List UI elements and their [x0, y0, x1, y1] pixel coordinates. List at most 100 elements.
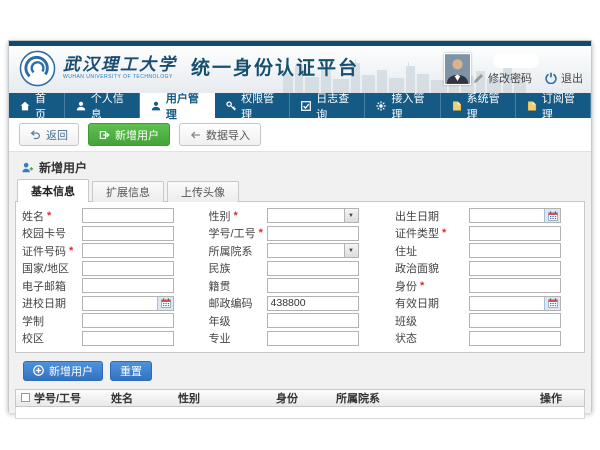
- add-user-toolbar-button[interactable]: 新增用户: [88, 123, 170, 146]
- identity-input[interactable]: [469, 278, 561, 293]
- nav-item-home[interactable]: 首页: [9, 93, 65, 118]
- nav-label: 首页: [35, 90, 53, 122]
- user-avatar: [444, 53, 471, 85]
- birth-date-input[interactable]: [469, 208, 561, 223]
- section-title-label: 新增用户: [39, 159, 87, 176]
- nav-item-log-query[interactable]: 日志查询: [290, 93, 365, 118]
- field-label: 进校日期: [22, 295, 82, 311]
- change-password-label: 修改密码: [488, 70, 532, 86]
- political-status-input[interactable]: [469, 261, 561, 276]
- field-label: 民族: [209, 260, 267, 276]
- select-all-checkbox[interactable]: [21, 393, 30, 402]
- brand-block: 武汉理工大学 WUHAN UNIVERSITY OF TECHNOLOGY 统一…: [19, 50, 359, 87]
- change-password-link[interactable]: 修改密码: [473, 70, 532, 86]
- form-panel: 姓名* 性别* ▼ 出生日期 校园卡号 学号/工号* 证件类型*: [15, 201, 585, 353]
- column-student-employee-no: 学号/工号: [34, 390, 111, 406]
- name-input[interactable]: [82, 208, 174, 223]
- field-department: 所属院系 ▼: [209, 243, 374, 258]
- section-title: 新增用户: [15, 152, 585, 174]
- ethnicity-input[interactable]: [267, 261, 359, 276]
- add-user-submit-button[interactable]: 新增用户: [23, 361, 103, 381]
- native-place-input[interactable]: [267, 278, 359, 293]
- field-label: 出生日期: [395, 208, 469, 224]
- field-gender: 性别* ▼: [209, 208, 374, 223]
- field-campus: 校区: [22, 331, 187, 346]
- field-valid-date: 有效日期: [395, 296, 576, 311]
- data-import-label: 数据导入: [206, 127, 250, 143]
- field-label: 性别*: [209, 208, 267, 224]
- field-label: 学号/工号*: [209, 225, 267, 241]
- valid-date-input[interactable]: [469, 296, 561, 311]
- field-native-place: 籍贯: [209, 278, 374, 293]
- field-label: 证件号码*: [22, 243, 82, 259]
- field-schooling-length: 学制: [22, 313, 187, 328]
- campus-input[interactable]: [82, 331, 174, 346]
- field-entry-date: 进校日期: [22, 296, 187, 311]
- grade-input[interactable]: [267, 313, 359, 328]
- email-input[interactable]: [82, 278, 174, 293]
- back-button[interactable]: 返回: [19, 123, 79, 146]
- field-label: 有效日期: [395, 295, 469, 311]
- tab-label: 基本信息: [31, 183, 75, 199]
- field-label: 国家/地区: [22, 260, 82, 276]
- field-label: 电子邮箱: [22, 278, 82, 294]
- postal-code-input[interactable]: [267, 296, 359, 311]
- calendar-icon[interactable]: [544, 209, 560, 222]
- results-table-body-empty: [15, 407, 585, 419]
- entry-date-input[interactable]: [82, 296, 174, 311]
- class-input[interactable]: [469, 313, 561, 328]
- column-operation: 操作: [540, 390, 584, 406]
- id-number-input[interactable]: [82, 243, 174, 258]
- tab-basic-info[interactable]: 基本信息: [17, 179, 89, 202]
- student-employee-no-input[interactable]: [267, 226, 359, 241]
- logout-link[interactable]: 退出: [545, 70, 583, 86]
- calendar-icon[interactable]: [544, 297, 560, 310]
- reset-button-label: 重置: [120, 363, 142, 379]
- field-label: 校园卡号: [22, 225, 82, 241]
- nav-label: 订阅管理: [542, 90, 579, 122]
- nav-item-access-management[interactable]: 接入管理: [365, 93, 440, 118]
- pencil-icon: [473, 73, 484, 84]
- field-label: 状态: [395, 330, 469, 346]
- column-department: 所属院系: [336, 390, 540, 406]
- chevron-down-icon[interactable]: ▼: [344, 244, 358, 257]
- gear-icon: [376, 101, 386, 111]
- field-label: 证件类型*: [395, 225, 469, 241]
- nav-item-subscription-management[interactable]: 订阅管理: [516, 93, 591, 118]
- home-icon: [20, 101, 30, 111]
- chevron-down-icon[interactable]: ▼: [344, 209, 358, 222]
- tab-extended-info[interactable]: 扩展信息: [92, 181, 164, 202]
- field-class: 班级: [395, 313, 576, 328]
- column-gender: 性别: [178, 390, 276, 406]
- campus-card-no-input[interactable]: [82, 226, 174, 241]
- field-label: 年级: [209, 313, 267, 329]
- nav-label: 日志查询: [316, 90, 353, 122]
- country-region-input[interactable]: [82, 261, 174, 276]
- field-label: 学制: [22, 313, 82, 329]
- university-name-en: WUHAN UNIVERSITY OF TECHNOLOGY: [63, 74, 177, 81]
- field-postal-code: 邮政编码: [209, 296, 374, 311]
- gender-select[interactable]: ▼: [267, 208, 359, 223]
- nav-item-permission-management[interactable]: 权限管理: [215, 93, 290, 118]
- major-input[interactable]: [267, 331, 359, 346]
- doc-icon: [527, 101, 537, 111]
- field-email: 电子邮箱: [22, 278, 187, 293]
- calendar-icon[interactable]: [157, 297, 173, 310]
- address-input[interactable]: [469, 243, 561, 258]
- schooling-length-input[interactable]: [82, 313, 174, 328]
- power-icon: [545, 72, 557, 84]
- field-label: 邮政编码: [209, 295, 267, 311]
- tab-upload-avatar[interactable]: 上传头像: [167, 181, 239, 202]
- nav-item-personal-info[interactable]: 个人信息: [65, 93, 140, 118]
- id-type-input[interactable]: [469, 226, 561, 241]
- export-icon: [99, 130, 110, 140]
- tab-bar: 基本信息 扩展信息 上传头像: [17, 179, 585, 202]
- nav-item-user-management[interactable]: 用户管理: [140, 93, 215, 118]
- data-import-button[interactable]: 数据导入: [179, 123, 261, 146]
- status-input[interactable]: [469, 331, 561, 346]
- nav-item-system-management[interactable]: 系统管理: [441, 93, 516, 118]
- field-political-status: 政治面貌: [395, 261, 576, 276]
- department-select[interactable]: ▼: [267, 243, 359, 258]
- field-label: 班级: [395, 313, 469, 329]
- reset-button[interactable]: 重置: [110, 361, 152, 381]
